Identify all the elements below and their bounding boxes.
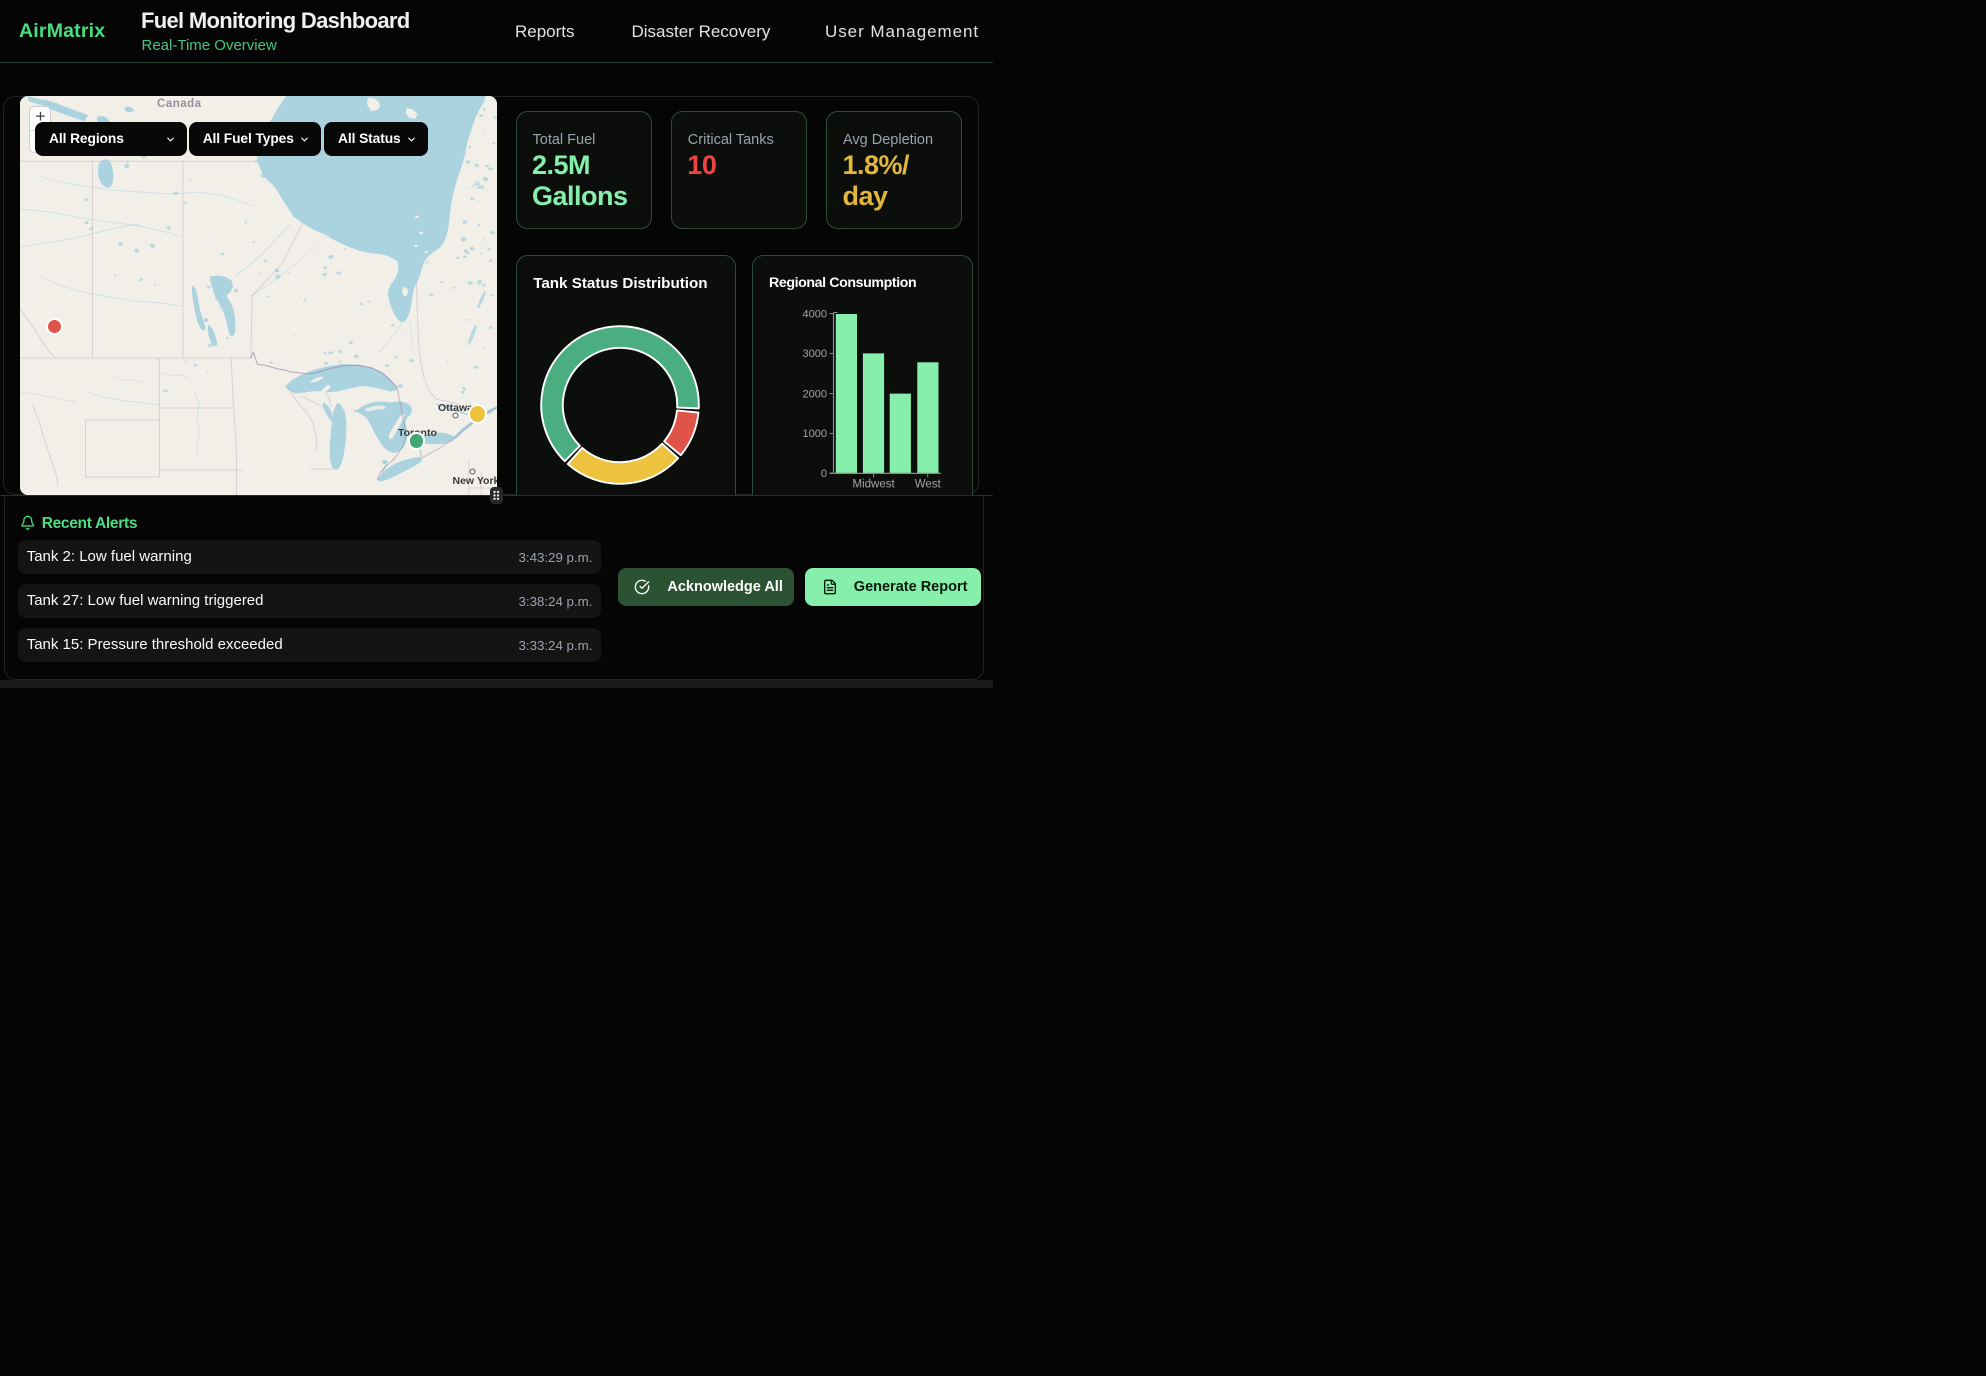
svg-text:3000: 3000 [803,348,827,360]
svg-text:1000: 1000 [803,428,827,440]
svg-text:4000: 4000 [803,308,827,320]
svg-text:2000: 2000 [803,388,827,400]
svg-text:Midwest: Midwest [853,479,896,491]
svg-text:0: 0 [821,468,827,480]
svg-text:West: West [915,479,942,491]
